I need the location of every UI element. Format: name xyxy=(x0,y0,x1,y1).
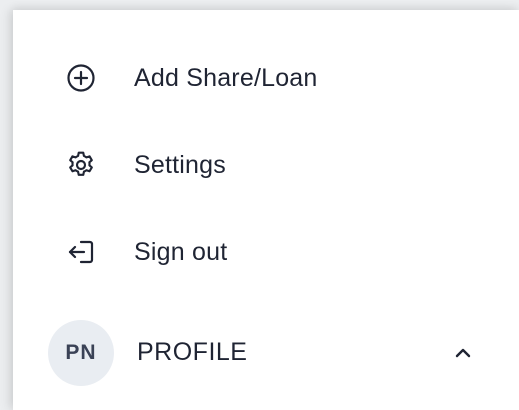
gear-icon xyxy=(65,149,97,181)
sign-out-menu-item[interactable]: Sign out xyxy=(13,220,519,284)
sign-out-icon xyxy=(65,236,97,268)
add-share-loan-menu-item[interactable]: Add Share/Loan xyxy=(13,46,519,110)
avatar: PN xyxy=(48,320,114,386)
account-menu-panel: Add Share/Loan Settings Sign out PN PROF… xyxy=(13,10,519,410)
sign-out-label: Sign out xyxy=(134,237,228,266)
settings-menu-item[interactable]: Settings xyxy=(13,133,519,197)
chevron-up-icon[interactable] xyxy=(451,341,475,365)
plus-circle-icon xyxy=(65,62,97,94)
profile-label: PROFILE xyxy=(137,338,248,366)
profile-toggle[interactable]: PN PROFILE xyxy=(13,317,519,389)
settings-label: Settings xyxy=(134,150,226,179)
add-share-loan-label: Add Share/Loan xyxy=(134,63,318,92)
